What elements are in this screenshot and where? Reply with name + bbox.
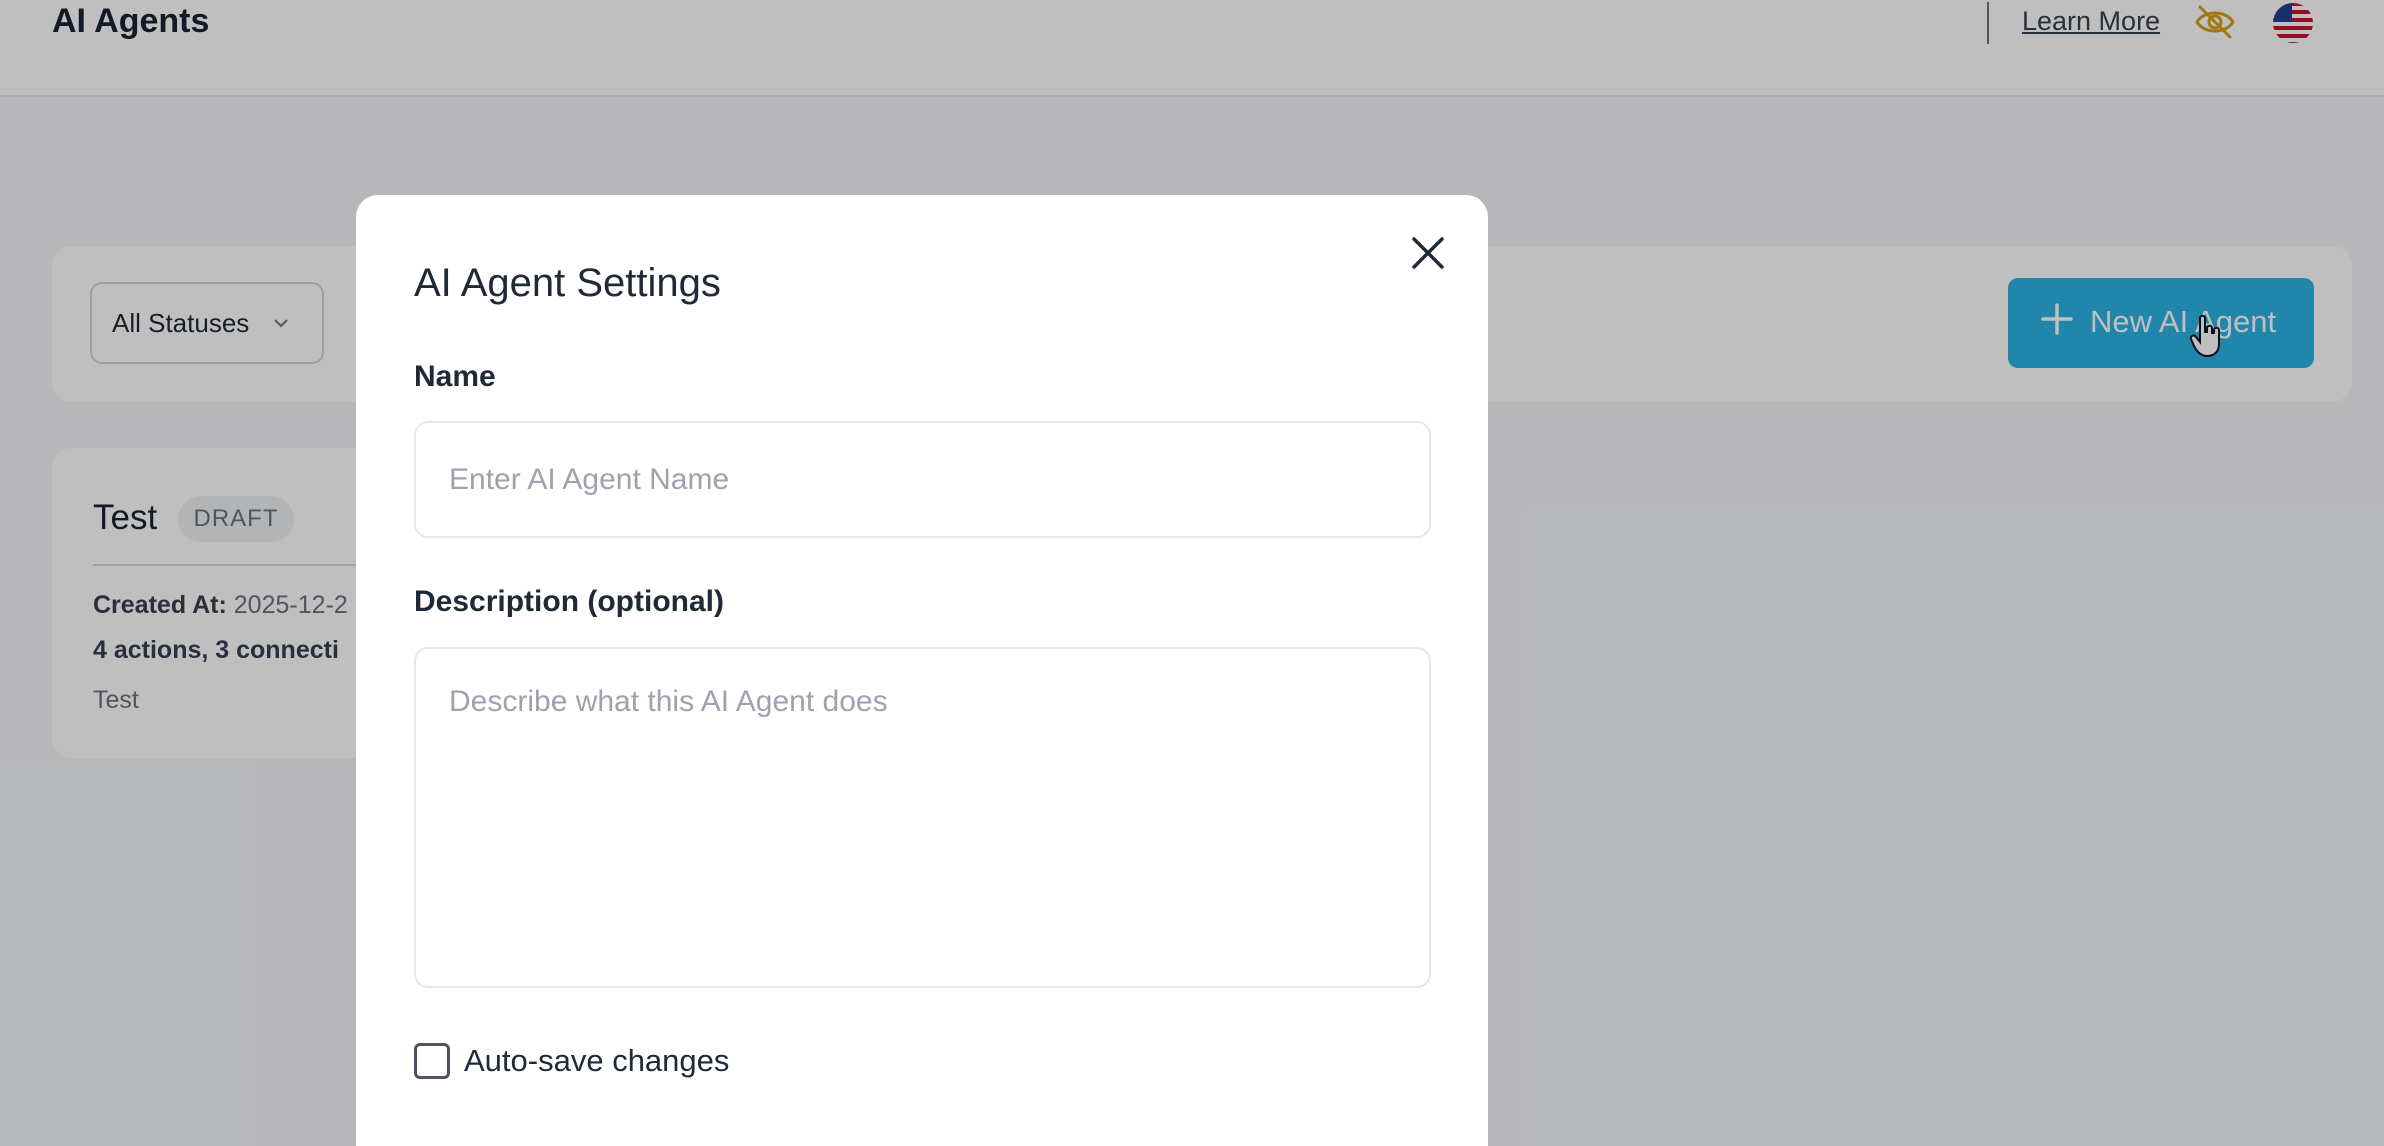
ai-agent-settings-modal: AI Agent Settings Name Description (opti… [356,195,1488,1146]
close-icon[interactable] [1408,233,1448,273]
modal-title: AI Agent Settings [414,261,721,305]
agent-name-input[interactable] [414,421,1431,538]
name-label: Name [414,360,496,393]
auto-save-label[interactable]: Auto-save changes [464,1043,729,1079]
auto-save-checkbox[interactable] [414,1043,450,1079]
description-label: Description (optional) [414,585,724,618]
agent-description-input[interactable] [414,647,1431,988]
